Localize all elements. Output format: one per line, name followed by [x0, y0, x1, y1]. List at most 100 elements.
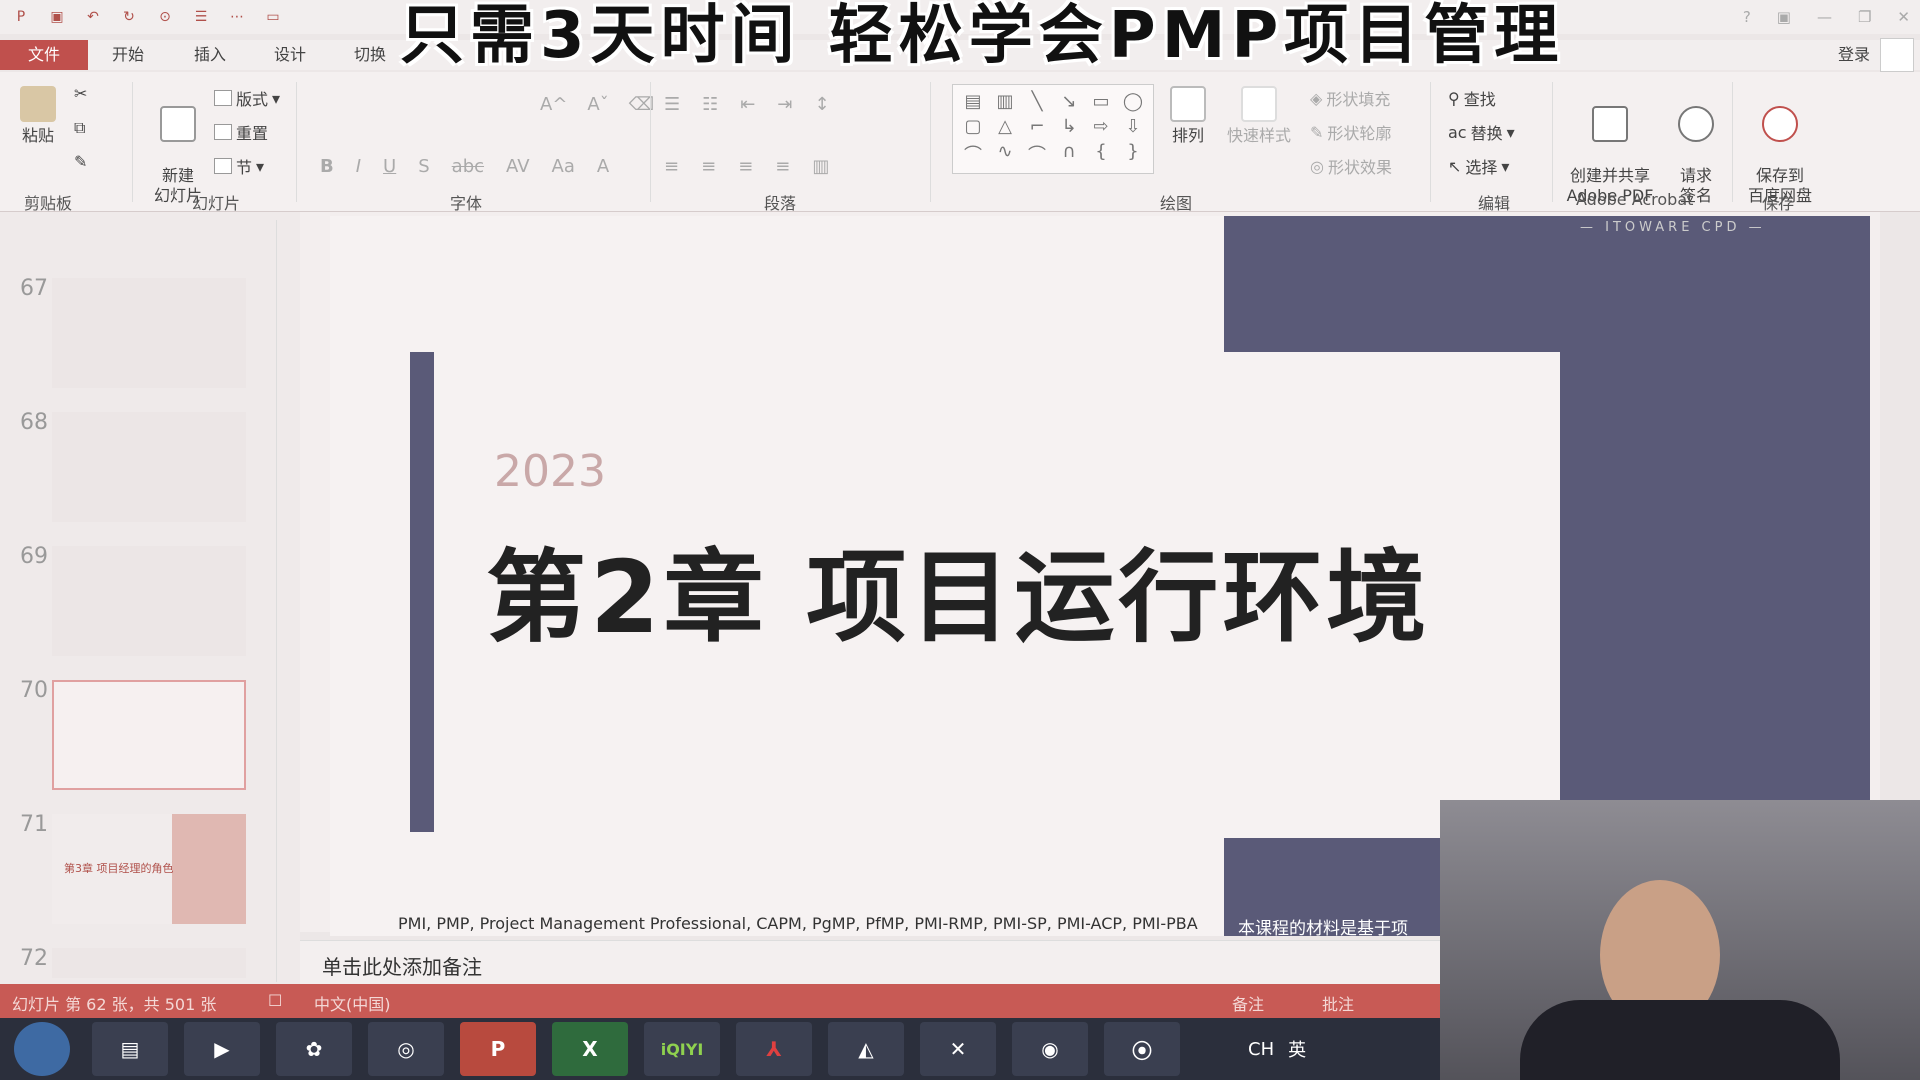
ime-mode[interactable]: 英 — [1288, 1036, 1306, 1062]
left-brace-shape-icon[interactable]: { — [1087, 141, 1115, 167]
request-signature-button[interactable]: 请求 签名 — [1666, 86, 1726, 206]
elbow-shape-icon[interactable]: ⌐ — [1023, 116, 1051, 137]
indent-decrease-icon[interactable]: ⇤ — [740, 94, 755, 115]
change-case-icon[interactable]: Aa — [552, 156, 575, 177]
language-indicator[interactable]: 中文(中国) — [314, 991, 391, 1015]
taskbar-baidu-icon[interactable]: ✿ — [276, 1022, 352, 1076]
align-center-icon[interactable]: ≡ — [701, 156, 716, 177]
restore-icon[interactable]: ❐ — [1858, 8, 1871, 26]
right-brace-shape-icon[interactable]: } — [1119, 141, 1147, 167]
slide-thumbnail[interactable]: 第3章 项目经理的角色 — [52, 814, 246, 924]
slide-thumbnail[interactable] — [52, 948, 246, 978]
shape-fill-button[interactable]: ◈ 形状填充 — [1310, 86, 1390, 110]
login-link[interactable]: 登录 — [1838, 40, 1870, 70]
line-spacing-icon[interactable]: ↕ — [814, 94, 829, 115]
save-baidu-button[interactable]: 保存到 百度网盘 — [1740, 86, 1820, 206]
screen-icon[interactable]: ▭ — [262, 6, 284, 28]
taskbar-app-icon[interactable]: ◭ — [828, 1022, 904, 1076]
strikethrough-icon[interactable]: abc — [452, 156, 484, 177]
taskbar-iqiyi-icon[interactable]: iQIYI — [644, 1022, 720, 1076]
taskbar-explorer-icon[interactable]: ▤ — [92, 1022, 168, 1076]
bold-icon[interactable]: B — [320, 156, 334, 177]
slide-thumbnail[interactable] — [52, 278, 246, 388]
thumbnail-scrollbar[interactable] — [276, 220, 298, 982]
new-slide-button[interactable]: 新建 幻灯片 — [146, 86, 210, 206]
triangle-shape-icon[interactable]: △ — [991, 116, 1019, 137]
taskbar-acrobat-icon[interactable]: ⅄ — [736, 1022, 812, 1076]
layout-button[interactable]: 版式 ▾ — [214, 86, 280, 110]
customize-icon[interactable]: ⋯ — [226, 6, 248, 28]
start-button[interactable] — [14, 1022, 70, 1076]
shape-effects-button[interactable]: ◎ 形状效果 — [1310, 154, 1392, 178]
undo-icon[interactable]: ↶ — [82, 6, 104, 28]
taskbar-media-player-icon[interactable]: ▶ — [184, 1022, 260, 1076]
section-button[interactable]: 节 ▾ — [214, 154, 264, 178]
arrange-button[interactable]: 排列 — [1166, 86, 1210, 146]
redo-icon[interactable]: ↻ — [118, 6, 140, 28]
create-share-pdf-button[interactable]: 创建并共享 Adobe PDF — [1560, 86, 1660, 206]
shadow-icon[interactable]: S — [418, 156, 429, 177]
taskbar-chrome-icon[interactable]: ◉ — [1012, 1022, 1088, 1076]
curve-shape-icon[interactable]: ∩ — [1055, 141, 1083, 167]
down-arrow-shape-icon[interactable]: ⇩ — [1119, 116, 1147, 137]
avatar[interactable] — [1880, 38, 1914, 72]
elbow-arrow-shape-icon[interactable]: ↳ — [1055, 116, 1083, 137]
tab-file[interactable]: 文件 — [0, 40, 88, 70]
align-left-icon[interactable]: ≡ — [664, 156, 679, 177]
rectangle-shape-icon[interactable]: ▭ — [1087, 91, 1115, 112]
spellcheck-icon[interactable]: ☐ — [268, 991, 282, 1010]
comments-toggle-button[interactable]: 批注 — [1322, 991, 1354, 1015]
line-shape-icon[interactable]: ╲ — [1023, 91, 1051, 112]
taskbar-excel-icon[interactable]: X — [552, 1022, 628, 1076]
close-icon[interactable]: ✕ — [1897, 8, 1910, 26]
cut-button[interactable]: ✂ — [74, 84, 87, 103]
tab-home[interactable]: 开始 — [98, 40, 158, 70]
taskbar-browser-icon[interactable]: ◎ — [368, 1022, 444, 1076]
underline-icon[interactable]: U — [383, 156, 396, 177]
freeform-shape-icon[interactable]: ⌒ — [959, 141, 987, 167]
replace-button[interactable]: ac 替换 ▾ — [1448, 120, 1515, 144]
italic-icon[interactable]: I — [356, 156, 361, 177]
reset-button[interactable]: 重置 — [214, 120, 268, 144]
slide-thumbnail[interactable] — [52, 546, 246, 656]
slide-thumbnail-selected[interactable] — [52, 680, 246, 790]
scribble-shape-icon[interactable]: ∿ — [991, 141, 1019, 167]
find-button[interactable]: ⚲ 查找 — [1448, 86, 1496, 110]
justify-icon[interactable]: ≡ — [775, 156, 790, 177]
oval-shape-icon[interactable]: ◯ — [1119, 91, 1147, 112]
format-painter-button[interactable]: ✎ — [74, 152, 87, 171]
ribbon-display-icon[interactable]: ▣ — [1777, 8, 1791, 26]
textbox-shape-icon[interactable]: ▤ — [959, 91, 987, 112]
select-button[interactable]: ↖ 选择 ▾ — [1448, 154, 1509, 178]
right-arrow-shape-icon[interactable]: ⇨ — [1087, 116, 1115, 137]
tab-insert[interactable]: 插入 — [180, 40, 240, 70]
columns-icon[interactable]: ▥ — [812, 156, 829, 177]
copy-button[interactable]: ⧉ — [74, 118, 85, 138]
slideshow-icon[interactable]: ⊙ — [154, 6, 176, 28]
list-icon[interactable]: ☰ — [190, 6, 212, 28]
tab-transitions[interactable]: 切换 — [340, 40, 400, 70]
shrink-font-icon[interactable]: Aˇ — [587, 94, 608, 115]
numbering-icon[interactable]: ☷ — [702, 94, 718, 115]
minimize-icon[interactable]: — — [1817, 8, 1832, 26]
char-spacing-icon[interactable]: AV — [506, 156, 529, 177]
shapes-gallery[interactable]: ▤ ▥ ╲ ↘ ▭ ◯ ▢ △ ⌐ ↳ ⇨ ⇩ ⌒ ∿ ⌒ ∩ { } — [952, 84, 1154, 174]
notes-toggle-button[interactable]: 备注 — [1232, 991, 1264, 1015]
bullets-icon[interactable]: ☰ — [664, 94, 680, 115]
taskbar-recorder-icon[interactable]: ⦿ — [1104, 1022, 1180, 1076]
help-icon[interactable]: ? — [1743, 8, 1751, 26]
arrow-line-shape-icon[interactable]: ↘ — [1055, 91, 1083, 112]
indent-increase-icon[interactable]: ⇥ — [777, 94, 792, 115]
rounded-rect-shape-icon[interactable]: ▢ — [959, 116, 987, 137]
slide-thumbnail[interactable] — [52, 412, 246, 522]
grow-font-icon[interactable]: A^ — [540, 94, 567, 115]
shape-outline-button[interactable]: ✎ 形状轮廓 — [1310, 120, 1391, 144]
taskbar-tool-icon[interactable]: ✕ — [920, 1022, 996, 1076]
taskbar-powerpoint-icon[interactable]: P — [460, 1022, 536, 1076]
vertical-textbox-shape-icon[interactable]: ▥ — [991, 91, 1019, 112]
font-color-icon[interactable]: A — [597, 156, 609, 177]
quick-styles-button[interactable]: 快速样式 — [1222, 86, 1296, 146]
input-language[interactable]: CH — [1248, 1039, 1274, 1060]
paste-button[interactable]: 粘贴 — [14, 86, 62, 146]
save-icon[interactable]: ▣ — [46, 6, 68, 28]
